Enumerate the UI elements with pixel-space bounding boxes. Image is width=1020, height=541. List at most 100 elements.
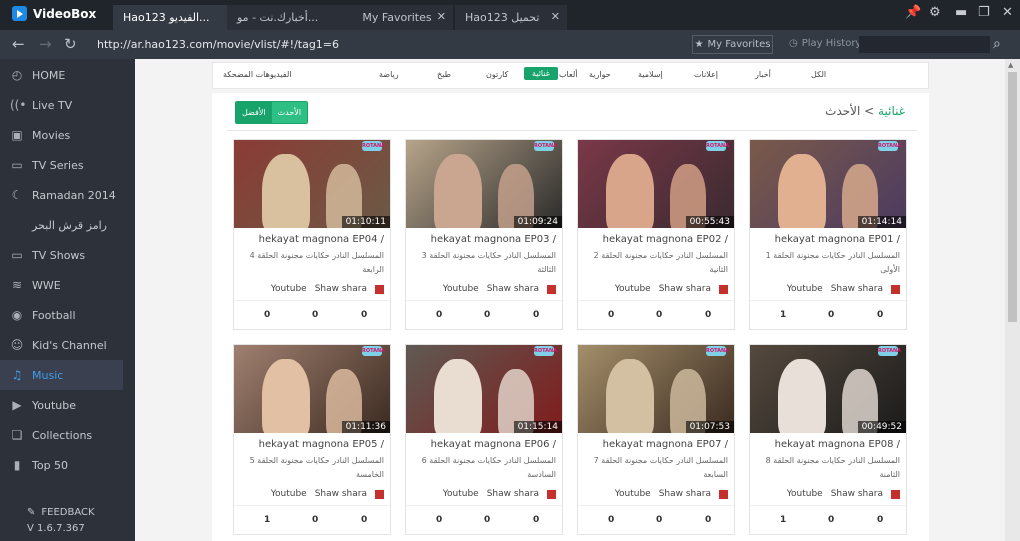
- stat-value: 0: [533, 310, 540, 320]
- video-title[interactable]: hekayat magnona EP04 /: [238, 234, 384, 245]
- thumbnail-bg: [750, 140, 906, 228]
- forward-icon[interactable]: →: [39, 35, 52, 53]
- refresh-icon[interactable]: ↻: [64, 35, 77, 53]
- thumbnail-figure: [434, 154, 482, 228]
- video-title[interactable]: hekayat magnona EP08 /: [754, 439, 900, 450]
- scroll-thumb[interactable]: [1008, 72, 1017, 322]
- thumbnail-bg: [234, 140, 390, 228]
- category-tab[interactable]: طبخ: [437, 70, 451, 79]
- sidebar-item[interactable]: رامز قرش البحر: [0, 210, 123, 240]
- url-field[interactable]: http://ar.hao123.com/movie/vlist/#!/tag1…: [97, 38, 339, 51]
- video-title[interactable]: hekayat magnona EP02 /: [582, 234, 728, 245]
- search-input[interactable]: [859, 36, 990, 53]
- sidebar-item[interactable]: ◴ HOME: [0, 60, 123, 90]
- close-icon[interactable]: ✕: [437, 10, 446, 23]
- close-icon[interactable]: ✕: [551, 10, 560, 23]
- sidebar-item[interactable]: ▭ TV Shows: [0, 240, 123, 270]
- video-source: Youtube Shaw shara: [443, 489, 556, 499]
- category-tab[interactable]: حوارية: [589, 70, 611, 79]
- youtube-icon: [719, 489, 728, 499]
- video-thumbnail[interactable]: ROTANA 01:09:24: [406, 140, 562, 228]
- sidebar-item[interactable]: ☾ Ramadan 2014: [0, 180, 123, 210]
- sidebar-item[interactable]: ◉ Football: [0, 300, 123, 330]
- sidebar-item[interactable]: ☺ Kid's Channel: [0, 330, 123, 360]
- category-tab[interactable]: غنائية: [524, 67, 558, 80]
- sidebar-item[interactable]: ▣ Movies: [0, 120, 123, 150]
- sidebar-item[interactable]: ▮ Top 50: [0, 450, 123, 480]
- gear-icon[interactable]: ⚙: [929, 5, 941, 20]
- video-card[interactable]: ROTANA 01:07:53 hekayat magnona EP07 / المس…: [577, 344, 735, 535]
- video-card[interactable]: ROTANA 00:49:52 hekayat magnona EP08 / المس…: [749, 344, 907, 535]
- my-favorites-button[interactable]: ★ My Favorites: [692, 35, 773, 54]
- tab-4[interactable]: Hao123 تحميل ✕: [455, 5, 567, 30]
- duration-badge: 01:14:14: [857, 216, 906, 228]
- video-title[interactable]: hekayat magnona EP01 /: [754, 234, 900, 245]
- search-icon[interactable]: ⌕: [993, 36, 1001, 52]
- category-tab[interactable]: الفيديوهات المضحكة: [223, 70, 292, 79]
- restore-icon[interactable]: ❐: [978, 5, 990, 20]
- category-tab[interactable]: إعلانات: [694, 70, 718, 79]
- sort-best-button[interactable]: الأفضل: [236, 102, 272, 123]
- pin-icon[interactable]: 📌: [905, 5, 921, 20]
- video-thumbnail[interactable]: ROTANA 00:49:52: [750, 345, 906, 433]
- minimize-icon[interactable]: ▬: [955, 5, 967, 20]
- category-tab[interactable]: رياضة: [379, 70, 399, 79]
- sidebar-item-label: HOME: [32, 68, 66, 82]
- close-window-icon[interactable]: ✕: [1002, 5, 1013, 20]
- channel-name: Youtube: [442, 489, 479, 499]
- thumbnail-bg: [406, 140, 562, 228]
- stat-value: 0: [484, 515, 491, 525]
- breadcrumb-parent[interactable]: غنائية: [878, 104, 905, 118]
- video-card[interactable]: ROTANA 01:09:24 hekayat magnona EP03 / المس…: [405, 139, 563, 330]
- scroll-up-icon[interactable]: ▲: [1008, 61, 1013, 69]
- duration-badge: 01:10:11: [341, 216, 390, 228]
- video-description: المسلسل النادر حكايات مجنونة الحلقة 7 ال…: [593, 456, 728, 479]
- thumbnail-bg: [750, 345, 906, 433]
- video-thumbnail[interactable]: ROTANA 01:11:36: [234, 345, 390, 433]
- video-card[interactable]: ROTANA 01:10:11 hekayat magnona EP04 / المس…: [233, 139, 391, 330]
- category-tab[interactable]: إسلامية: [638, 70, 663, 79]
- tab-label: Hao123 الفيديو...: [123, 11, 210, 24]
- video-title[interactable]: hekayat magnona EP06 /: [410, 439, 556, 450]
- uploader-name: Shaw shara: [830, 489, 883, 499]
- video-thumbnail[interactable]: ROTANA 01:10:11: [234, 140, 390, 228]
- video-thumbnail[interactable]: ROTANA 01:14:14: [750, 140, 906, 228]
- sidebar-item[interactable]: ▭ TV Series: [0, 150, 123, 180]
- tab-label: My Favorites: [362, 11, 432, 24]
- uploader-name: Shaw shara: [658, 489, 711, 499]
- video-card[interactable]: ROTANA 01:11:36 hekayat magnona EP05 / المس…: [233, 344, 391, 535]
- clock-icon: ◷: [789, 38, 798, 49]
- video-thumbnail[interactable]: ROTANA 00:55:43: [578, 140, 734, 228]
- sort-newest-button[interactable]: الأحدث: [271, 102, 308, 123]
- stat-value: 1: [780, 515, 787, 525]
- video-card[interactable]: ROTANA 00:55:43 hekayat magnona EP02 / المس…: [577, 139, 735, 330]
- sidebar-item[interactable]: ((• Live TV: [0, 90, 123, 120]
- category-tab[interactable]: ألعاب: [559, 70, 578, 79]
- sidebar-item[interactable]: ♫ Music: [0, 360, 123, 390]
- play-history-button[interactable]: ◷ Play History: [789, 38, 861, 49]
- video-card[interactable]: ROTANA 01:15:14 hekayat magnona EP06 / المس…: [405, 344, 563, 535]
- video-title[interactable]: hekayat magnona EP07 /: [582, 439, 728, 450]
- video-thumbnail[interactable]: ROTANA 01:07:53: [578, 345, 734, 433]
- video-thumbnail[interactable]: ROTANA 01:15:14: [406, 345, 562, 433]
- feedback-button[interactable]: ✎ FEEDBACK: [27, 507, 95, 518]
- scrollbar[interactable]: ▲: [1005, 59, 1020, 541]
- stat-value: 0: [828, 310, 835, 320]
- category-tab[interactable]: كارتون: [486, 70, 508, 79]
- sidebar-item[interactable]: ≋ WWE: [0, 270, 123, 300]
- category-tab[interactable]: الكل: [811, 70, 826, 79]
- video-title[interactable]: hekayat magnona EP05 /: [238, 439, 384, 450]
- title-bar: VideoBox Hao123 الفيديو... ✕ أخبارك.نت - …: [0, 0, 1020, 30]
- tv-icon: ▭: [11, 158, 23, 172]
- tab-3[interactable]: My Favorites ✕: [341, 5, 453, 30]
- video-title[interactable]: hekayat magnona EP03 /: [410, 234, 556, 245]
- uploader-name: Shaw shara: [486, 284, 539, 294]
- back-icon[interactable]: ←: [12, 35, 25, 53]
- sidebar-item[interactable]: ▶ Youtube: [0, 390, 123, 420]
- uploader-name: Shaw shara: [314, 489, 367, 499]
- sidebar-item[interactable]: ❏ Collections: [0, 420, 123, 450]
- category-tab[interactable]: أخبار: [755, 70, 771, 79]
- thumbnail-figure: [262, 359, 310, 433]
- video-card[interactable]: ROTANA 01:14:14 hekayat magnona EP01 / المس…: [749, 139, 907, 330]
- sort-buttons: الأفضل الأحدث: [235, 101, 309, 124]
